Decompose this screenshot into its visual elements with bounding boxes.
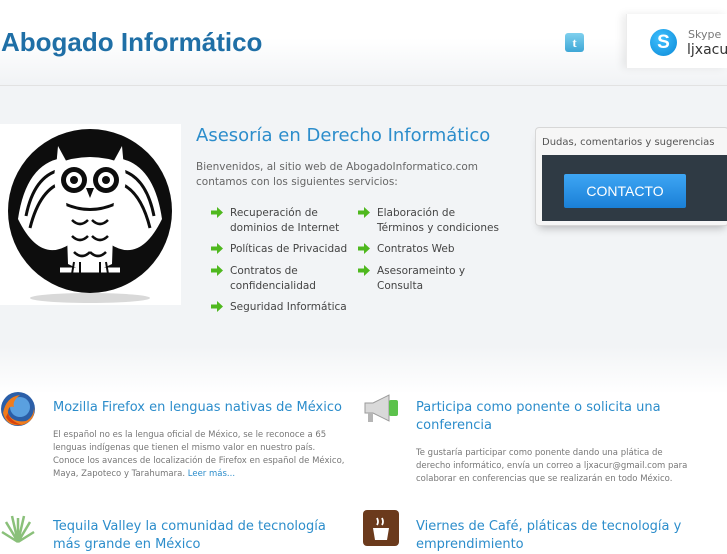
green-arrow-icon	[211, 301, 223, 312]
coffee-icon[interactable]	[363, 510, 399, 546]
owl-icon	[8, 129, 172, 303]
article-title[interactable]: Viernes de Café, pláticas de tecnología …	[416, 518, 686, 554]
service-label: Seguridad Informática	[230, 301, 347, 313]
owl-logo	[0, 124, 181, 305]
green-arrow-icon	[211, 207, 223, 218]
green-arrow-icon	[358, 207, 370, 218]
article-body: Te gustaría participar como ponente dand…	[416, 448, 688, 484]
green-arrow-icon	[358, 265, 370, 276]
site-title[interactable]: Abogado Informático	[1, 27, 262, 58]
article-body: El español no es la lengua oficial de Mé…	[53, 429, 345, 481]
contact-caption: Dudas, comentarios y sugerencias	[542, 137, 715, 148]
megaphone-icon[interactable]	[363, 391, 399, 427]
service-label: Políticas de Privacidad	[230, 243, 348, 255]
article-title[interactable]: Participa como ponente o solicita una co…	[416, 399, 686, 435]
firefox-icon[interactable]	[0, 391, 36, 427]
hero-title: Asesoría en Derecho Informático	[196, 125, 491, 146]
agave-icon[interactable]	[0, 510, 36, 546]
hero-intro: Bienvenidos, al sitio web de AbogadoInfo…	[196, 161, 479, 188]
skype-username[interactable]: ljxacur	[687, 42, 727, 58]
service-label: Recuperación de dominios de Internet	[230, 207, 340, 234]
green-arrow-icon	[211, 243, 223, 254]
green-arrow-icon	[358, 243, 370, 254]
service-label: Contratos de confidencialidad	[230, 265, 316, 292]
skype-icon[interactable]: S	[650, 29, 677, 56]
service-label: Contratos Web	[377, 243, 455, 255]
article-title[interactable]: Tequila Valley la comunidad de tecnologí…	[53, 518, 353, 554]
service-label: Asesorameinto y Consulta	[377, 265, 466, 292]
twitter-icon[interactable]: t	[565, 33, 584, 52]
green-arrow-icon	[211, 265, 223, 276]
contact-button[interactable]: CONTACTO	[564, 174, 686, 208]
read-more-link[interactable]: Leer más...	[188, 469, 235, 479]
article-title[interactable]: Mozilla Firefox en lenguas nativas de Mé…	[53, 399, 353, 417]
hero-fade	[0, 346, 727, 394]
service-label: Elaboración de Términos y condiciones	[377, 207, 499, 234]
skype-label: Skype	[688, 28, 722, 41]
